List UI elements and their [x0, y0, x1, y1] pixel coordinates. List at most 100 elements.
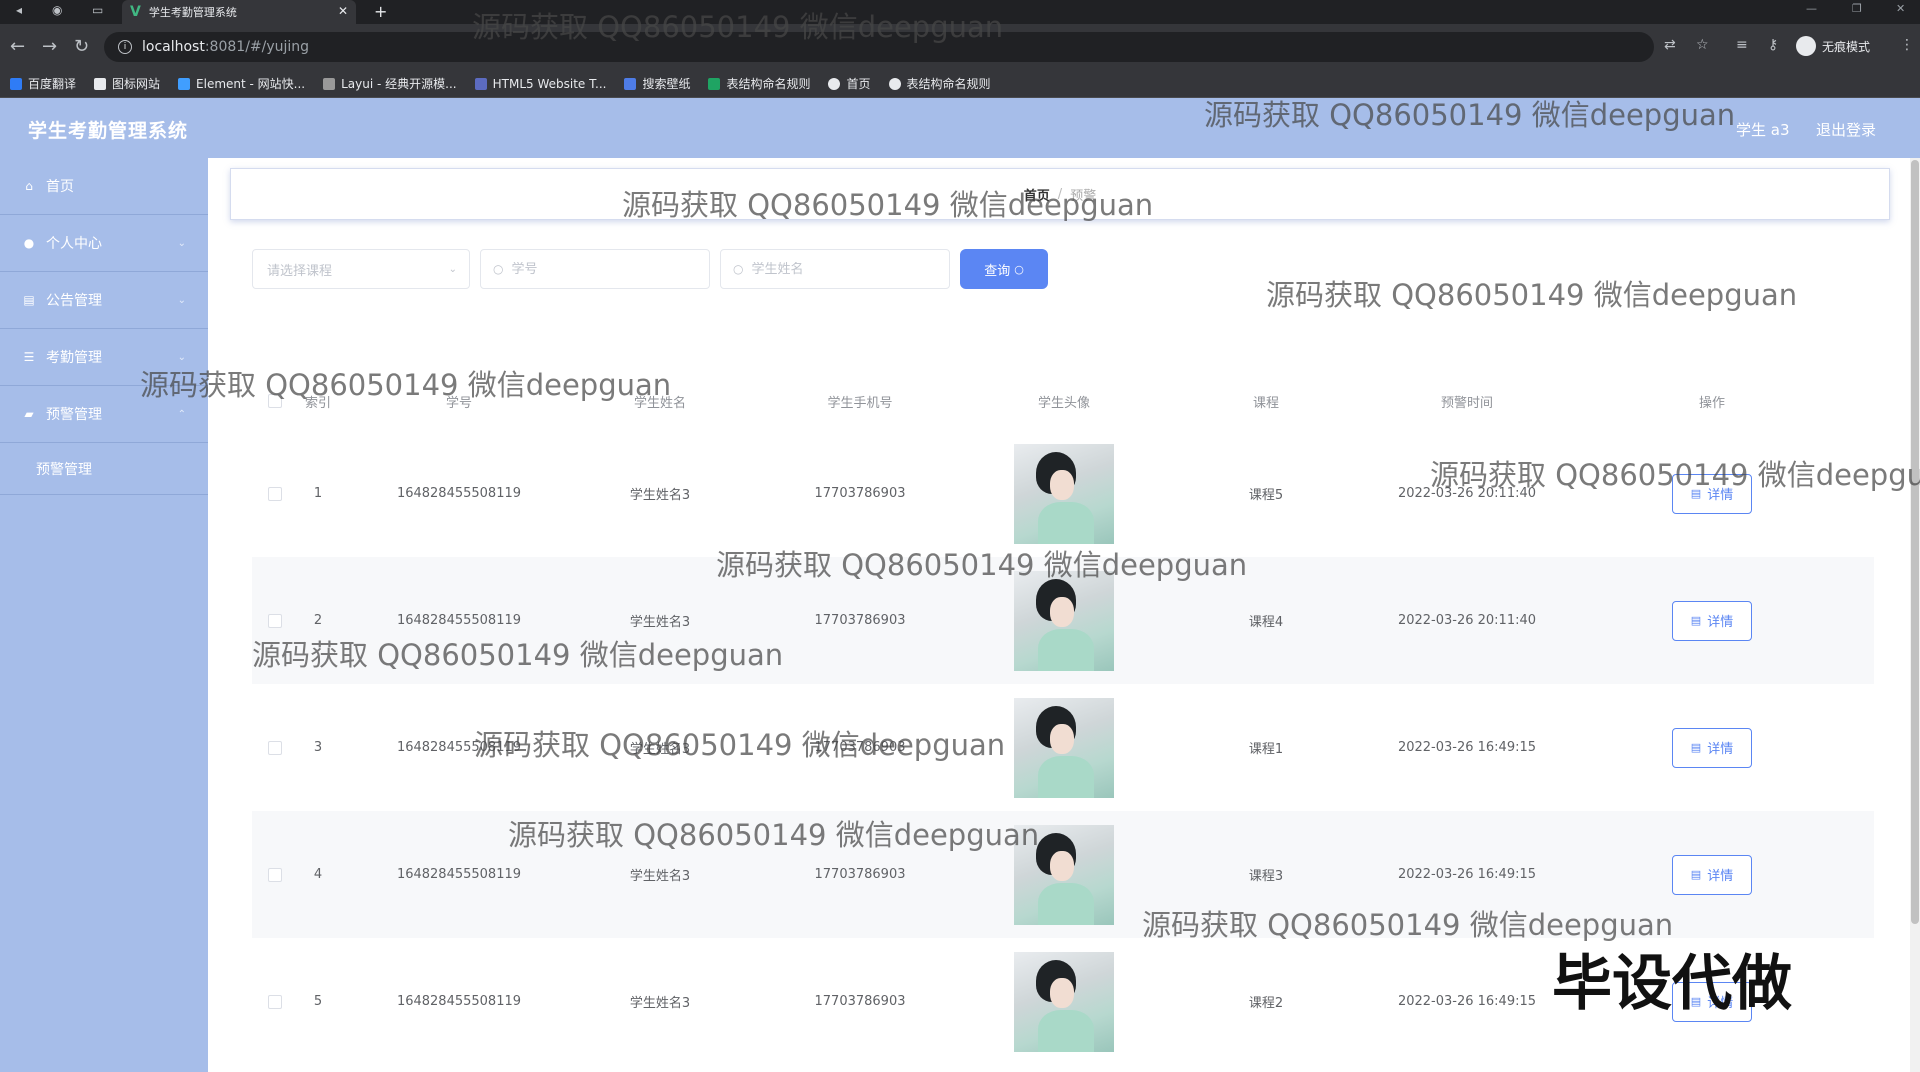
- bookmark-icon: [624, 77, 637, 90]
- incognito-icon: [1796, 36, 1816, 56]
- chevron-down-icon: ⌄: [448, 263, 457, 275]
- avatar-cell: [980, 697, 1148, 798]
- key-icon[interactable]: ⚷: [1768, 37, 1778, 53]
- back-icon[interactable]: ←: [10, 36, 25, 57]
- menu-icon: ☰: [23, 350, 35, 364]
- logout-link[interactable]: 退出登录: [1816, 119, 1876, 140]
- course-select-placeholder: 请选择课程: [267, 263, 333, 279]
- index-cell: 2: [313, 613, 323, 628]
- sidebar-item-label: 预警管理: [46, 407, 102, 423]
- sidebar-item-warning[interactable]: ▰ 预警管理 ⌃: [0, 386, 208, 443]
- table-row: 3 164828455508119 学生姓名3 17703786903 课程1 …: [252, 684, 1874, 811]
- scrollbar-thumb[interactable]: [1911, 160, 1919, 924]
- current-user: 学生 a3: [1736, 121, 1790, 139]
- table-row: 2 164828455508119 学生姓名3 17703786903 课程4 …: [252, 557, 1874, 684]
- row-checkbox[interactable]: [268, 740, 282, 755]
- avatar-cell: [980, 951, 1148, 1052]
- user-icon: ●: [23, 236, 35, 250]
- bookmark-icon: [323, 77, 336, 90]
- reading-list-icon[interactable]: ≡: [1736, 37, 1748, 53]
- document-icon: ▤: [1690, 614, 1702, 627]
- row-checkbox[interactable]: [268, 613, 282, 628]
- site-icon[interactable]: ◉: [52, 3, 62, 17]
- select-all-checkbox[interactable]: [268, 394, 282, 408]
- column-header: 课程: [1252, 395, 1279, 411]
- bookmark-item[interactable]: 表结构命名规则: [708, 75, 810, 92]
- document-icon: ▤: [1690, 487, 1702, 500]
- bookmark-item[interactable]: 图标网站: [94, 75, 160, 92]
- student-no-field[interactable]: ○: [480, 249, 710, 289]
- bookmark-icon: [10, 77, 22, 90]
- url-field[interactable]: i localhost :8081/#/yujing: [104, 32, 1654, 62]
- bookmark-icon: [708, 77, 721, 90]
- student-no-input[interactable]: [511, 261, 692, 277]
- mute-icon[interactable]: ◂: [16, 3, 22, 17]
- index-cell: 5: [313, 994, 323, 1009]
- bookmark-icon: [474, 77, 487, 90]
- sidebar-item-profile[interactable]: ● 个人中心 ⌄: [0, 215, 208, 272]
- sidebar-subitem-warning[interactable]: 预警管理: [0, 443, 208, 495]
- avatar-cell: [980, 570, 1148, 671]
- search-icon: ○: [1014, 262, 1024, 276]
- student-name-input[interactable]: [751, 261, 932, 277]
- sidebar-item-home[interactable]: ⌂ 首页: [0, 158, 208, 215]
- page-scrollbar[interactable]: [1910, 158, 1920, 1072]
- window-icon[interactable]: ▭: [92, 3, 103, 17]
- address-bar: ← → ↻ i localhost :8081/#/yujing ⇄ ☆ ≡ ⚷…: [0, 24, 1920, 70]
- student-name-field[interactable]: ○: [720, 249, 950, 289]
- document-icon: ▤: [1690, 741, 1702, 754]
- course-select[interactable]: 请选择课程 ⌄: [252, 249, 470, 289]
- query-button[interactable]: 查询 ○: [960, 249, 1048, 289]
- new-tab-icon[interactable]: +: [374, 2, 387, 21]
- translate-icon[interactable]: ⇄: [1664, 37, 1676, 53]
- detail-button[interactable]: ▤ 详情: [1672, 727, 1752, 768]
- restore-icon[interactable]: ❐: [1852, 2, 1862, 15]
- row-checkbox[interactable]: [268, 486, 282, 501]
- close-window-icon[interactable]: ✕: [1896, 2, 1905, 15]
- detail-button[interactable]: ▤ 详情: [1672, 473, 1752, 514]
- bookmark-item[interactable]: Layui - 经典开源模...: [323, 75, 457, 92]
- row-checkbox[interactable]: [268, 867, 282, 882]
- detail-button[interactable]: ▤ 详情: [1672, 600, 1752, 641]
- avatar-cell: [980, 443, 1148, 544]
- sidebar-item-label: 公告管理: [46, 293, 102, 309]
- minimize-icon[interactable]: —: [1806, 2, 1817, 15]
- time-cell: 2022-03-26 20:11:40: [1397, 613, 1537, 628]
- chevron-down-icon: ⌄: [177, 351, 186, 363]
- index-cell: 3: [313, 740, 323, 755]
- incognito-indicator[interactable]: 无痕模式: [1796, 36, 1870, 56]
- breadcrumb-home[interactable]: 首页: [1024, 185, 1050, 204]
- bookmark-item[interactable]: 首页: [828, 75, 871, 92]
- time-cell: 2022-03-26 16:49:15: [1397, 867, 1537, 882]
- close-tab-icon[interactable]: ✕: [338, 4, 348, 18]
- time-cell: 2022-03-26 16:49:15: [1397, 740, 1537, 755]
- bookmark-item[interactable]: 百度翻译: [10, 75, 76, 92]
- table-row: 4 164828455508119 学生姓名3 17703786903 课程3 …: [252, 811, 1874, 938]
- student-name-cell: 学生姓名3: [629, 742, 691, 757]
- row-select-cell: [252, 867, 298, 882]
- row-checkbox[interactable]: [268, 994, 282, 1009]
- reload-icon[interactable]: ↻: [74, 36, 89, 57]
- browser-tab[interactable]: V 学生考勤管理系统 ✕: [122, 0, 356, 24]
- document-icon: ▤: [1690, 868, 1702, 881]
- chevron-up-icon: ⌃: [177, 408, 186, 420]
- chevron-down-icon: ⌄: [177, 294, 186, 306]
- bookmark-item[interactable]: HTML5 Website T...: [474, 77, 606, 91]
- detail-button[interactable]: ▤ 详情: [1672, 854, 1752, 895]
- bookmark-item[interactable]: Element - 网站快...: [178, 75, 305, 92]
- sidebar-item-attendance[interactable]: ☰ 考勤管理 ⌄: [0, 329, 208, 386]
- student-no-cell: 164828455508119: [396, 740, 522, 755]
- star-icon[interactable]: ☆: [1696, 37, 1709, 53]
- operation-cell: ▤ 详情: [1550, 854, 1874, 895]
- operation-cell: ▤ 详情: [1550, 473, 1874, 514]
- student-avatar: [1014, 443, 1114, 544]
- bookmark-item[interactable]: 搜索壁纸: [624, 75, 690, 92]
- sidebar-item-notice[interactable]: ▤ 公告管理 ⌄: [0, 272, 208, 329]
- bookmark-item[interactable]: 表结构命名规则: [888, 75, 991, 92]
- info-icon[interactable]: i: [118, 40, 132, 54]
- student-no-cell: 164828455508119: [396, 486, 522, 501]
- index-cell: 4: [313, 867, 323, 882]
- browser-tab-bar: ◂ ◉ ▭ V 学生考勤管理系统 ✕ + — ❐ ✕: [0, 0, 1920, 24]
- forward-icon[interactable]: →: [42, 36, 57, 57]
- more-icon[interactable]: ⋮: [1900, 37, 1914, 53]
